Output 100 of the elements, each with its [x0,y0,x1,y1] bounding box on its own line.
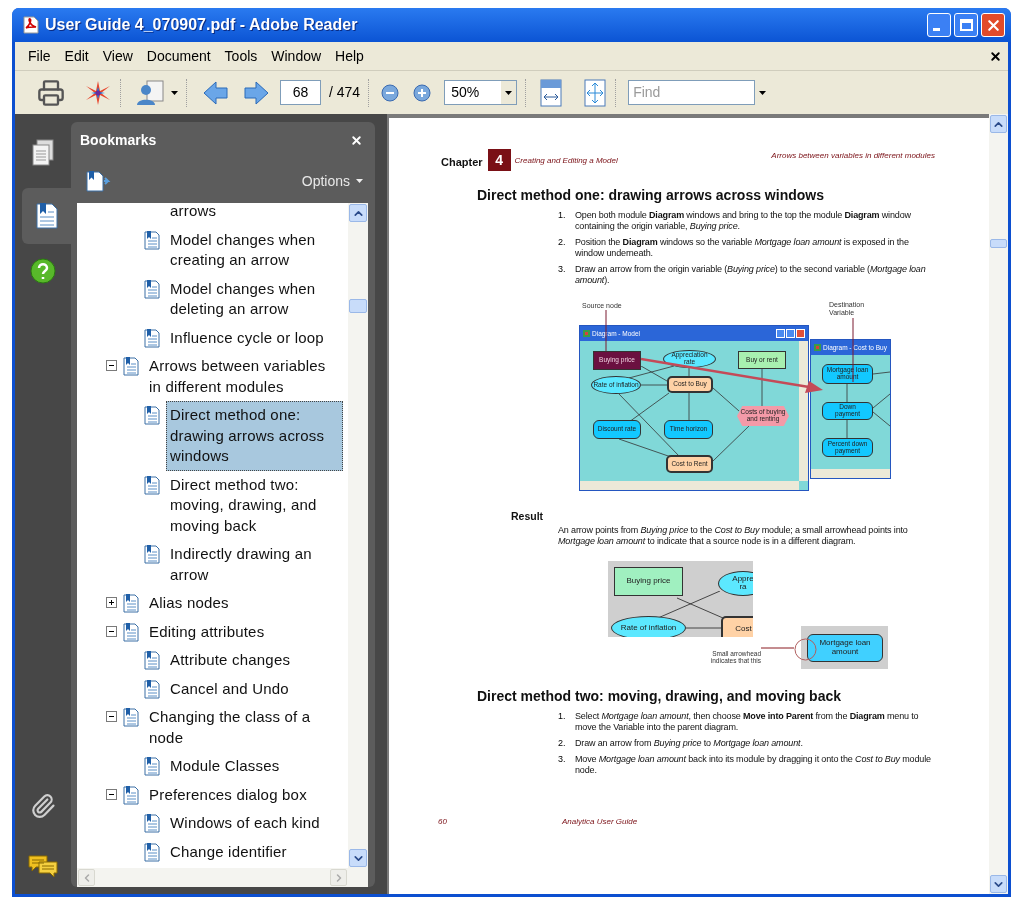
bookmark-item[interactable]: Cancel and Undo [166,674,343,703]
bookmark-item[interactable]: Change identifier [166,837,343,866]
diagram-node: Mortgage loan amount [807,633,883,662]
bookmark-icon [144,328,160,348]
scroll-down-button[interactable] [990,875,1007,893]
bookmark-icon [123,785,139,805]
bookmark-item[interactable]: Arrows between variables in different modules [145,352,343,401]
fit-width-icon[interactable] [539,78,564,107]
bookmark-icon [144,279,160,299]
bookmark-icon [144,545,160,564]
pdf-icon [23,16,39,34]
caret-icon[interactable] [171,90,178,95]
step-number: 1. [558,710,567,723]
menu-item[interactable]: Help [328,45,371,67]
bookmark-item[interactable]: Model changes when deleting an arrow [166,274,343,324]
new-bookmark-icon[interactable] [85,170,111,192]
page-number: 60 [438,815,448,828]
diagram-node: Cost [721,615,753,637]
step-text: Position the Diagram windows so the variable Mortgage loan amount is exposed in the window underneath. [575,237,910,259]
next-page-icon[interactable] [243,79,269,106]
chapter-label: Chapter [441,155,483,169]
bookmark-item[interactable]: arrows [166,197,343,226]
bookmark-icon [144,406,160,425]
collapse-icon[interactable] [106,625,117,637]
close-document-icon[interactable] [989,49,1002,63]
chapter-title: Creating and Editing a Model [514,155,618,167]
step-number: 2. [558,237,567,249]
menu-item[interactable]: Window [264,45,329,67]
previous-page-icon[interactable] [203,79,229,106]
bookmark-icon [144,679,160,699]
minimize-button[interactable] [776,329,785,338]
close-button[interactable] [796,329,805,338]
bookmark-icon [123,708,139,727]
menu-item[interactable]: Tools [217,45,265,67]
step-text: Move Mortgage loan amount back into its module by dragging it onto the Cost to Buy module node. [575,753,932,776]
menu-item[interactable]: Document [139,45,218,67]
bookmarks-icon [35,202,59,230]
bookmark-item[interactable]: Direct method one: drawing arrows across windows [166,401,343,471]
menu-item[interactable]: View [95,45,140,67]
close-icon[interactable] [350,134,363,147]
panel-title: Bookmarks [80,131,157,150]
leader-line [605,310,607,351]
bookmark-item[interactable]: Windows of each kind [166,809,343,838]
scroll-down-button[interactable] [349,849,367,867]
bookmark-item[interactable]: Editing attributes [145,617,343,646]
close-button[interactable] [981,13,1005,37]
paperclip-icon[interactable] [30,793,56,819]
page-count: / 474 [329,83,361,102]
options-button[interactable]: Options [301,170,363,192]
expand-icon[interactable] [106,597,117,608]
comments-icon[interactable] [28,854,58,878]
maximize-button[interactable] [786,329,795,338]
step-text: Open both module Diagram windows and bring to the top the module Diagram window containing the origin variable, Buying price. [575,210,912,232]
app-icon [583,330,590,337]
maximize-button[interactable] [954,13,978,37]
bookmark-item[interactable]: Attribute changes [166,646,343,675]
scroll-up-button[interactable] [349,204,367,222]
bookmark-item[interactable]: Changing the class of a node [145,703,343,752]
print-icon[interactable] [37,78,65,107]
bookmark-item[interactable]: Model changes when creating an arrow [166,225,343,275]
bookmark-item[interactable]: Module Classes [166,752,343,781]
bookmark-item[interactable]: Influence cycle or loop [166,323,343,352]
help-icon[interactable] [30,258,56,284]
zoom-dropdown[interactable]: 50% [444,80,518,105]
zoom-in-icon[interactable] [413,83,432,102]
bookmark-item[interactable]: Indirectly drawing an arrow [166,540,343,589]
bookmark-icon [144,475,160,495]
zoom-out-icon[interactable] [381,83,400,102]
diagram-node: Buying price [614,566,683,596]
caret-icon[interactable] [759,90,767,95]
bookmarks-tab[interactable] [22,188,72,244]
fit-page-icon[interactable] [583,78,608,107]
bookmark-icon [144,757,160,776]
scroll-thumb[interactable] [990,239,1007,248]
collapse-icon[interactable] [106,360,117,371]
bookmark-icon [123,594,139,613]
bookmark-item[interactable]: Direct method two: moving, drawing, and moving back [166,470,343,540]
caret-icon[interactable] [505,90,513,95]
leader-line [852,318,854,382]
scroll-thumb[interactable] [349,299,367,313]
step-number: 3. [558,753,567,766]
collapse-icon[interactable] [106,711,117,722]
diagram-node: Rate of inflation [611,615,686,637]
page-number-field[interactable]: 68 [280,80,321,105]
bookmark-item[interactable]: Alias nodes [145,589,343,618]
step-number: 1. [558,210,567,222]
step-number: 2. [558,737,567,749]
bookmark-icon [123,622,139,642]
step-number: 3. [558,264,567,276]
scroll-up-button[interactable] [990,115,1007,133]
section-heading: Direct method one: drawing arrows across windows [477,187,825,204]
chapter-number: 4 [487,149,511,171]
collapse-icon[interactable] [106,788,117,800]
bookmark-item[interactable]: Preferences dialog box [145,780,343,809]
menu-item[interactable]: File [21,45,58,67]
highlight-circle [794,637,817,661]
minimize-button[interactable] [927,13,951,37]
menu-item[interactable]: Edit [57,45,96,67]
result-text: An arrow points from Buying price to the Cost to Buy module; a small arrowhead points into Mortgage loan amount to indicate that a source node is in a different diagram. [558,524,909,547]
caret-icon [356,179,363,183]
